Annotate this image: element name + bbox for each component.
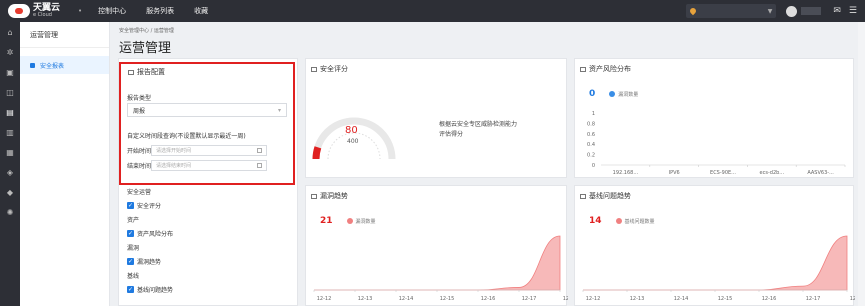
x-tick-label: 12-17 (522, 296, 537, 302)
group-label-asset: 资产 (127, 217, 140, 224)
gear-icon[interactable]: ✲ (0, 42, 20, 62)
checkbox-checked-icon: ✓ (127, 230, 134, 237)
gauge-ticks (327, 132, 381, 160)
asset-risk-panel: 资产风险分布 0 漏洞数量 1 0.8 0.6 0.4 0.2 0 192.168... IP… (574, 58, 854, 178)
vuln-trend-chart: 12-12 12-13 12-14 12-15 12-16 12-17 12-18 (313, 235, 568, 302)
check-label: 安全评分 (137, 203, 162, 210)
checkbox-asset-risk[interactable]: ✓ 资产风险分布 (127, 229, 173, 238)
checkbox-checked-icon: ✓ (127, 202, 134, 209)
area-series (313, 235, 561, 291)
gauge-fill (312, 146, 322, 160)
layers-icon[interactable]: ◫ (0, 82, 20, 102)
cloud-logo-icon (8, 4, 30, 18)
location-pin-icon (689, 6, 698, 16)
checkbox-baseline-trend[interactable]: ✓ 基线问题趋势 (127, 285, 173, 294)
x-tick-label: 12-14 (674, 296, 689, 302)
y-tick-label: 0 (592, 163, 595, 169)
y-tick-label: 1 (592, 111, 595, 117)
area-series (582, 235, 848, 291)
x-tick-label: 12-12 (317, 296, 332, 302)
x-tick-label: 192.168... (613, 170, 639, 176)
highlight-box (119, 62, 295, 185)
logo-en: e Cloud (33, 12, 52, 18)
group-label-vuln: 漏洞 (127, 245, 140, 252)
y-tick-label: 0.8 (587, 121, 595, 127)
user-icon[interactable]: ▤ (0, 102, 20, 122)
x-tick-label: 12-13 (358, 296, 373, 302)
x-tick-label: 12-14 (399, 296, 414, 302)
home-icon[interactable]: ⌂ (0, 22, 20, 42)
nav-control-center[interactable]: 控制中心 (98, 6, 126, 16)
x-tick-label: 12-16 (762, 296, 777, 302)
avatar[interactable] (786, 5, 798, 17)
x-tick-label: 12-17 (806, 296, 821, 302)
group-label-baseline: 基线 (127, 273, 140, 280)
y-tick-label: 0.2 (587, 153, 595, 159)
sidebar-item-label: 安全报表 (40, 62, 65, 70)
nav-dot-icon: • (78, 7, 83, 15)
x-tick-label: 12-18 (563, 296, 568, 302)
y-tick-label: 0.6 (587, 132, 595, 138)
vuln-trend-panel: 漏洞趋势 21 漏洞数量 12-12 12-13 12-14 12-15 12-16 12… (305, 185, 568, 306)
page-title: 运营管理 (119, 41, 172, 56)
score-description: 根据云安全专区威胁检测能力评估得分 (439, 121, 518, 138)
baseline-trend-panel: 基线问题趋势 14 基线问题数量 12-12 12-13 12-14 12-15 12-… (574, 185, 855, 306)
x-tick-label: 12-15 (718, 296, 733, 302)
checkbox-vuln-trend[interactable]: ✓ 漏洞趋势 (127, 257, 161, 266)
x-tick-label: IPV6 (669, 170, 680, 176)
nav-service-list[interactable]: 服务列表 (146, 6, 174, 16)
check-label: 漏洞趋势 (137, 259, 162, 266)
checkbox-checked-icon: ✓ (127, 286, 134, 293)
logo[interactable]: 天翼云 e Cloud (8, 4, 78, 18)
report-icon (30, 62, 35, 68)
user-menu[interactable] (801, 7, 822, 15)
side-menu-title: 运营管理 (20, 22, 109, 48)
x-tick-label: ecs-d2b... (760, 170, 785, 176)
x-tick-label: 12-15 (440, 296, 455, 302)
settings-icon[interactable]: ✺ (0, 202, 20, 222)
bell-icon[interactable]: ◈ (0, 162, 20, 182)
nav-favorites[interactable]: 收藏 (194, 6, 208, 16)
side-menu: 运营管理 安全报表 (20, 22, 110, 306)
x-tick-label: AASV63-... (807, 170, 834, 176)
baseline-trend-chart: 12-12 12-13 12-14 12-15 12-16 12-17 12-18 (582, 235, 855, 302)
page-scrollbar[interactable] (858, 22, 865, 306)
asset-risk-chart: 1 0.8 0.6 0.4 0.2 0 192.168... IPV6 ECS-90E... ec… (587, 111, 846, 176)
score-max: 400 (347, 138, 359, 145)
top-bar: 天翼云 e Cloud • 控制中心 服务列表 收藏 ▼ ✉ ☰ (0, 0, 865, 22)
x-tick-label: 12-18 (850, 296, 855, 302)
list-icon[interactable]: ▥ (0, 122, 20, 142)
region-selector[interactable]: ▼ (686, 4, 777, 18)
box-icon[interactable]: ◆ (0, 182, 20, 202)
x-tick-label: ECS-90E... (710, 170, 736, 176)
chevron-down-icon: ▼ (767, 7, 773, 15)
group-label-ops: 安全运营 (127, 189, 152, 196)
score-gauge (312, 117, 396, 160)
cube-icon[interactable]: ▣ (0, 62, 20, 82)
building-icon[interactable]: ▦ (0, 142, 20, 162)
x-tick-label: 12-13 (630, 296, 645, 302)
x-tick-label: 12-12 (586, 296, 601, 302)
checkbox-checked-icon: ✓ (127, 258, 134, 265)
left-icon-rail: ⌂ ✲ ▣ ◫ ▤ ▥ ▦ ◈ ◆ ✺ (0, 22, 20, 306)
y-tick-label: 0.4 (587, 142, 595, 148)
sidebar-item-security-report[interactable]: 安全报表 (20, 56, 109, 74)
checkbox-security-score[interactable]: ✓ 安全评分 (127, 201, 161, 210)
security-score-panel: 安全评分 80 400 根据云安全专区威胁检测能力评估得分 (305, 58, 567, 178)
check-label: 基线问题趋势 (137, 287, 174, 294)
menu-icon[interactable]: ☰ (849, 6, 857, 16)
check-label: 资产风险分布 (137, 231, 174, 238)
mail-icon[interactable]: ✉ (833, 6, 841, 16)
breadcrumb: 安全管理中心 / 运营管理 (119, 28, 174, 34)
x-tick-label: 12-16 (481, 296, 496, 302)
score-value: 80 (345, 125, 358, 136)
